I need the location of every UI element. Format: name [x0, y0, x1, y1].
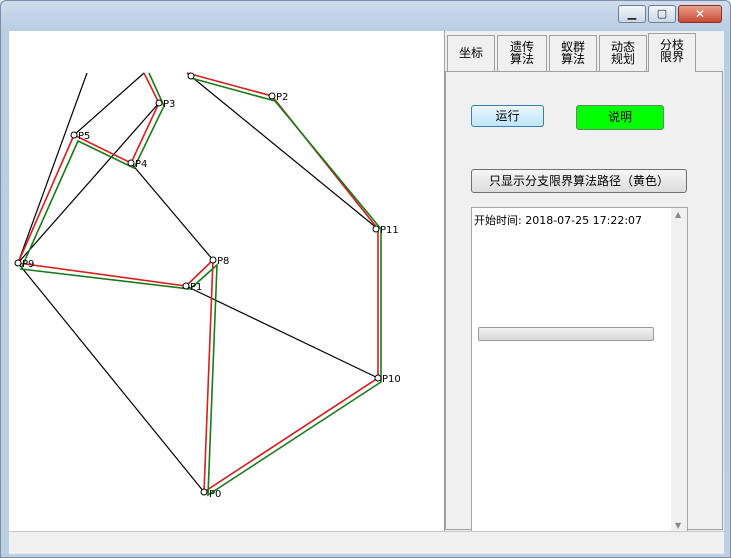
label-p1: P1: [190, 282, 202, 293]
minimize-button[interactable]: ▁: [618, 5, 646, 23]
label-p11: P11: [380, 225, 399, 236]
vertical-scrollbar[interactable]: ▲ ▼: [671, 208, 687, 532]
point-marker-icon: [155, 99, 163, 107]
maximize-icon: ▢: [656, 7, 668, 20]
app-window: ▁ ▢ ✕ P0 P1 P2 P3 P4 P5 P8 P9 P10 P11 坐标…: [0, 0, 731, 558]
point-marker-icon: [200, 488, 208, 496]
close-icon: ✕: [694, 7, 706, 21]
point-marker-icon: [127, 159, 135, 167]
route-canvas: P0 P1 P2 P3 P4 P5 P8 P9 P10 P11: [9, 31, 445, 531]
help-button-label: 说明: [607, 110, 632, 124]
tab-coordinates[interactable]: 坐标: [447, 35, 495, 71]
start-time-text: 开始时间: 2018-07-25 17:22:07: [474, 214, 643, 227]
label-p8: P8: [217, 256, 229, 267]
label-p0: P0: [209, 489, 221, 500]
maximize-button[interactable]: ▢: [648, 5, 676, 23]
run-button[interactable]: 运行: [471, 105, 544, 127]
scroll-arrow-icon[interactable]: ▼: [675, 521, 681, 530]
tab-strip: 坐标 遗传 算法 蚁群 算法 动态 规划 分枝 限界: [445, 31, 724, 72]
progress-bar: [478, 327, 654, 341]
point-marker-icon: [70, 131, 78, 139]
run-button-label: 运行: [495, 109, 520, 123]
label-p3: P3: [163, 99, 175, 110]
tab-label: 坐标: [458, 46, 483, 60]
point-marker-icon: [209, 256, 217, 264]
show-branch-bound-path-button[interactable]: 只显示分支限界算法路径（黄色）: [471, 169, 687, 193]
client-area: P0 P1 P2 P3 P4 P5 P8 P9 P10 P11 坐标 遗传 算法: [9, 31, 724, 549]
tab-label: 分枝 限界: [659, 38, 684, 64]
tab-label: 动态 规划: [610, 40, 635, 66]
tab-dynamic-programming[interactable]: 动态 规划: [599, 35, 647, 71]
label-p5: P5: [78, 131, 90, 142]
label-p9: P9: [22, 259, 34, 270]
branch-bound-panel: 运行 说明 只显示分支限界算法路径（黄色） 开始时间: 2018-07-25 1…: [445, 71, 723, 549]
tab-label: 遗传 算法: [509, 40, 534, 66]
minimize-icon: ▁: [627, 7, 637, 20]
point-marker-icon: [372, 225, 380, 233]
tab-label: 蚁群 算法: [560, 40, 585, 66]
close-button[interactable]: ✕: [678, 5, 722, 23]
tab-branch-bound[interactable]: 分枝 限界: [648, 33, 696, 72]
label-p10: P10: [382, 374, 401, 385]
point-marker-icon: [187, 72, 195, 80]
status-bar: [9, 531, 724, 554]
point-marker-icon: [182, 282, 190, 290]
log-output[interactable]: 开始时间: 2018-07-25 17:22:07 ▲ ▼ ◀ ▶: [471, 207, 688, 549]
label-p4: P4: [135, 159, 147, 170]
label-p2: P2: [276, 92, 288, 103]
scroll-arrow-icon[interactable]: ▲: [675, 210, 681, 219]
tab-ant-colony[interactable]: 蚁群 算法: [549, 35, 597, 71]
point-marker-icon: [374, 374, 382, 382]
help-button[interactable]: 说明: [576, 105, 664, 130]
route-graph: P0 P1 P2 P3 P4 P5 P8 P9 P10 P11: [14, 72, 401, 500]
point-marker-icon: [268, 92, 276, 100]
caption-buttons: ▁ ▢ ✕: [616, 5, 722, 25]
point-marker-icon: [14, 259, 22, 267]
tab-genetic[interactable]: 遗传 算法: [497, 35, 547, 71]
show-path-label: 只显示分支限界算法路径（黄色）: [488, 174, 669, 188]
